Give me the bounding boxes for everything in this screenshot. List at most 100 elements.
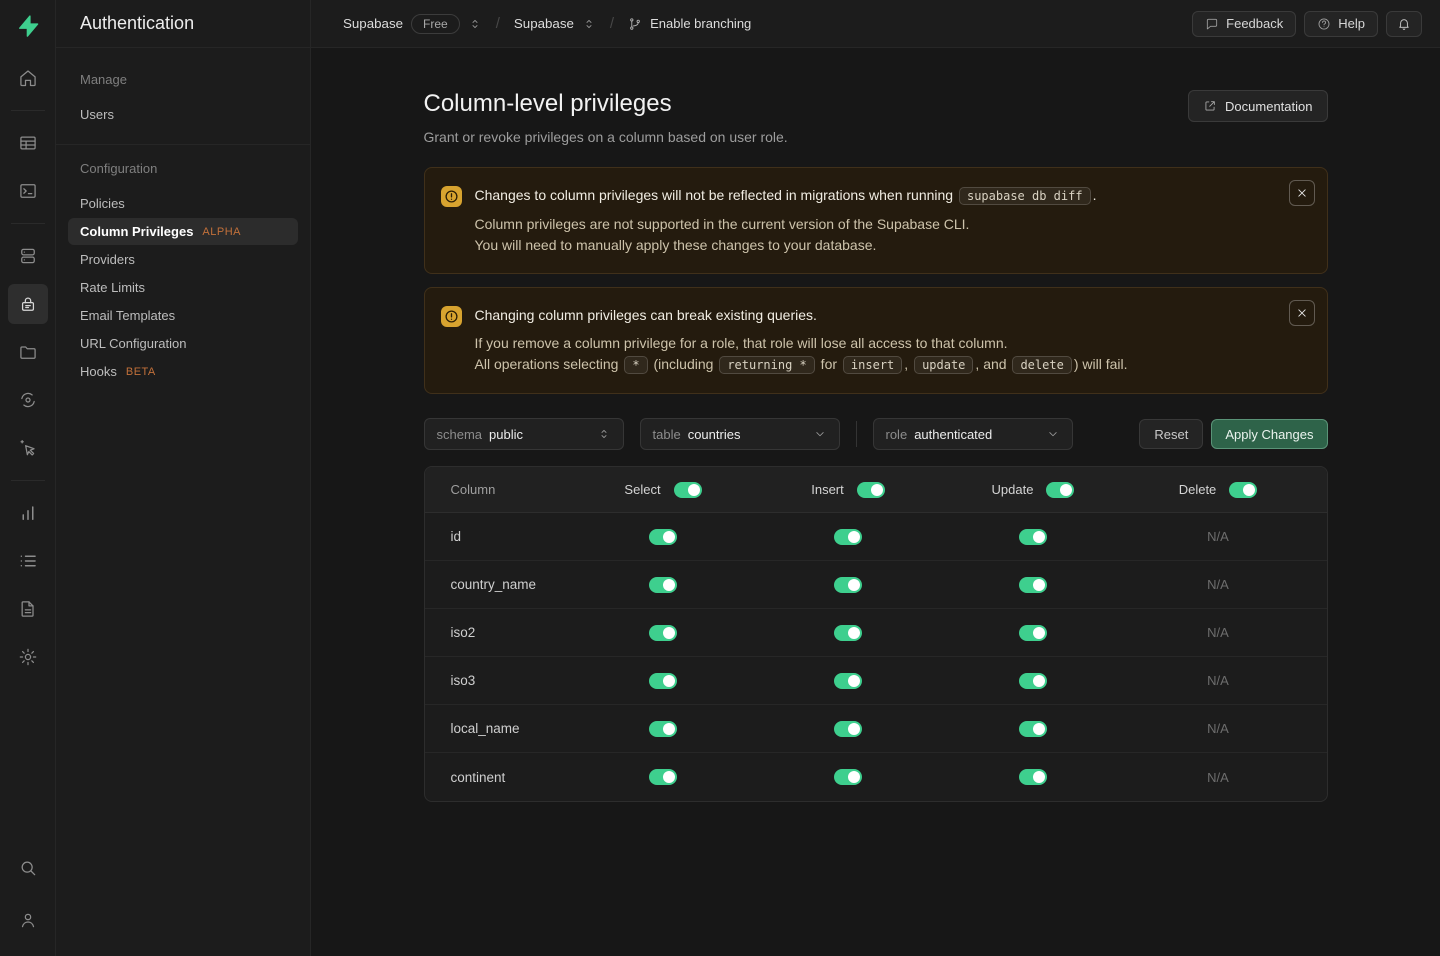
warning-banner: Changes to column privileges will not be… — [424, 167, 1328, 274]
cell-id-select — [571, 529, 756, 545]
sidebar-item-column-privileges[interactable]: Column PrivilegesALPHA — [68, 218, 298, 245]
toggle-iso2-insert[interactable] — [834, 625, 862, 641]
cell-local_name-insert — [756, 721, 941, 737]
table-row-country_name: country_name N/A — [425, 561, 1327, 609]
help-label: Help — [1338, 16, 1365, 31]
column-name: country_name — [441, 577, 571, 592]
sidebar-item-label: URL Configuration — [80, 336, 186, 351]
chat-bubble-icon — [1205, 17, 1219, 31]
sidebar-item-hooks[interactable]: HooksBETA — [68, 358, 298, 385]
rail-item-account[interactable] — [8, 900, 48, 940]
table-select[interactable]: table countries — [640, 418, 840, 450]
home-icon — [18, 68, 38, 88]
toggle-id-select[interactable] — [649, 529, 677, 545]
rail-item-storage[interactable] — [8, 332, 48, 372]
storage-icon — [18, 342, 38, 362]
privileges-table-body: idN/Acountry_nameN/Aiso2N/Aiso3N/Alocal_… — [425, 513, 1327, 801]
toggle-local_name-update[interactable] — [1019, 721, 1047, 737]
sidebar-item-rate-limits[interactable]: Rate Limits — [68, 274, 298, 301]
cell-iso2-update — [941, 625, 1126, 641]
rail-item-project-settings[interactable] — [8, 637, 48, 677]
main-panel: Column-level privileges Grant or revoke … — [311, 48, 1440, 956]
sidebar-item-users[interactable]: Users — [68, 101, 298, 128]
toggle-iso2-update[interactable] — [1019, 625, 1047, 641]
banner-close-button[interactable] — [1289, 180, 1315, 206]
top-bar: Authentication Supabase Free / Supabase … — [56, 0, 1440, 48]
api-docs-icon — [18, 599, 38, 619]
cell-continent-delete: N/A — [1126, 770, 1311, 785]
sidebar-item-label: Providers — [80, 252, 135, 267]
rail-item-reports[interactable] — [8, 493, 48, 533]
feedback-button[interactable]: Feedback — [1192, 11, 1296, 37]
cell-id-update — [941, 529, 1126, 545]
toggle-all-delete[interactable] — [1229, 482, 1257, 498]
toggle-continent-select[interactable] — [649, 769, 677, 785]
sidebar-item-label: Column Privileges — [80, 224, 193, 239]
toggle-iso2-select[interactable] — [649, 625, 677, 641]
rail-item-api-docs[interactable] — [8, 589, 48, 629]
toggle-id-insert[interactable] — [834, 529, 862, 545]
sidebar-item-providers[interactable]: Providers — [68, 246, 298, 273]
notifications-button[interactable] — [1386, 11, 1422, 37]
banner-content: Changes to column privileges will not be… — [475, 185, 1097, 256]
rail-item-authentication[interactable] — [8, 284, 48, 324]
toggle-local_name-select[interactable] — [649, 721, 677, 737]
rail-item-sql-editor[interactable] — [8, 171, 48, 211]
rail-item-home[interactable] — [8, 58, 48, 98]
toggle-all-update[interactable] — [1046, 482, 1074, 498]
reset-button[interactable]: Reset — [1139, 419, 1203, 449]
toggle-continent-update[interactable] — [1019, 769, 1047, 785]
toggle-iso3-insert[interactable] — [834, 673, 862, 689]
cell-iso3-insert — [756, 673, 941, 689]
rail-divider — [11, 480, 45, 481]
bell-icon — [1397, 17, 1411, 31]
sidebar-item-url-configuration[interactable]: URL Configuration — [68, 330, 298, 357]
toggle-country_name-update[interactable] — [1019, 577, 1047, 593]
banner-close-button[interactable] — [1289, 300, 1315, 326]
project-switcher[interactable]: Supabase — [514, 16, 596, 31]
rail-item-search[interactable] — [8, 848, 48, 888]
org-switcher[interactable]: Supabase Free — [343, 14, 482, 34]
toggle-id-update[interactable] — [1019, 529, 1047, 545]
privileges-table-header: Column SelectInsertUpdateDelete — [425, 467, 1327, 513]
privilege-not-applicable: N/A — [1207, 770, 1229, 785]
toggle-all-insert[interactable] — [857, 482, 885, 498]
sidebar-item-label: Users — [80, 107, 114, 122]
toggle-all-select[interactable] — [674, 482, 702, 498]
toggle-continent-insert[interactable] — [834, 769, 862, 785]
toggle-iso3-update[interactable] — [1019, 673, 1047, 689]
sidebar-item-email-templates[interactable]: Email Templates — [68, 302, 298, 329]
breadcrumb-separator: / — [610, 15, 614, 32]
cell-continent-insert — [756, 769, 941, 785]
realtime-icon — [18, 438, 38, 458]
sidebar-item-badge: BETA — [126, 366, 156, 378]
toggle-iso3-select[interactable] — [649, 673, 677, 689]
toggle-country_name-select[interactable] — [649, 577, 677, 593]
inline-code: supabase db diff — [959, 187, 1091, 205]
git-branch-icon — [628, 17, 642, 31]
warning-banner: Changing column privileges can break exi… — [424, 287, 1328, 394]
sidebar-item-label: Rate Limits — [80, 280, 145, 295]
schema-select[interactable]: schema public — [424, 418, 624, 450]
documentation-button[interactable]: Documentation — [1188, 90, 1327, 122]
enable-branching-button[interactable]: Enable branching — [628, 16, 751, 31]
help-button[interactable]: Help — [1304, 11, 1378, 37]
apply-changes-button[interactable]: Apply Changes — [1211, 419, 1327, 449]
toggle-country_name-insert[interactable] — [834, 577, 862, 593]
page-subtitle: Grant or revoke privileges on a column b… — [424, 129, 788, 145]
rail-item-table-editor[interactable] — [8, 123, 48, 163]
toggle-local_name-insert[interactable] — [834, 721, 862, 737]
rail-item-database[interactable] — [8, 236, 48, 276]
sidebar-item-policies[interactable]: Policies — [68, 190, 298, 217]
search-icon — [18, 858, 38, 878]
supabase-logo-icon[interactable] — [8, 6, 48, 46]
rail-item-logs[interactable] — [8, 541, 48, 581]
sidebar-section-label: Manage — [80, 72, 286, 87]
rail-item-realtime[interactable] — [8, 428, 48, 468]
rail-item-edge-functions[interactable] — [8, 380, 48, 420]
table-row-continent: continentN/A — [425, 753, 1327, 801]
role-select[interactable]: role authenticated — [873, 418, 1073, 450]
documentation-label: Documentation — [1225, 99, 1312, 114]
cell-country_name-delete: N/A — [1126, 577, 1311, 592]
cell-iso2-delete: N/A — [1126, 625, 1311, 640]
